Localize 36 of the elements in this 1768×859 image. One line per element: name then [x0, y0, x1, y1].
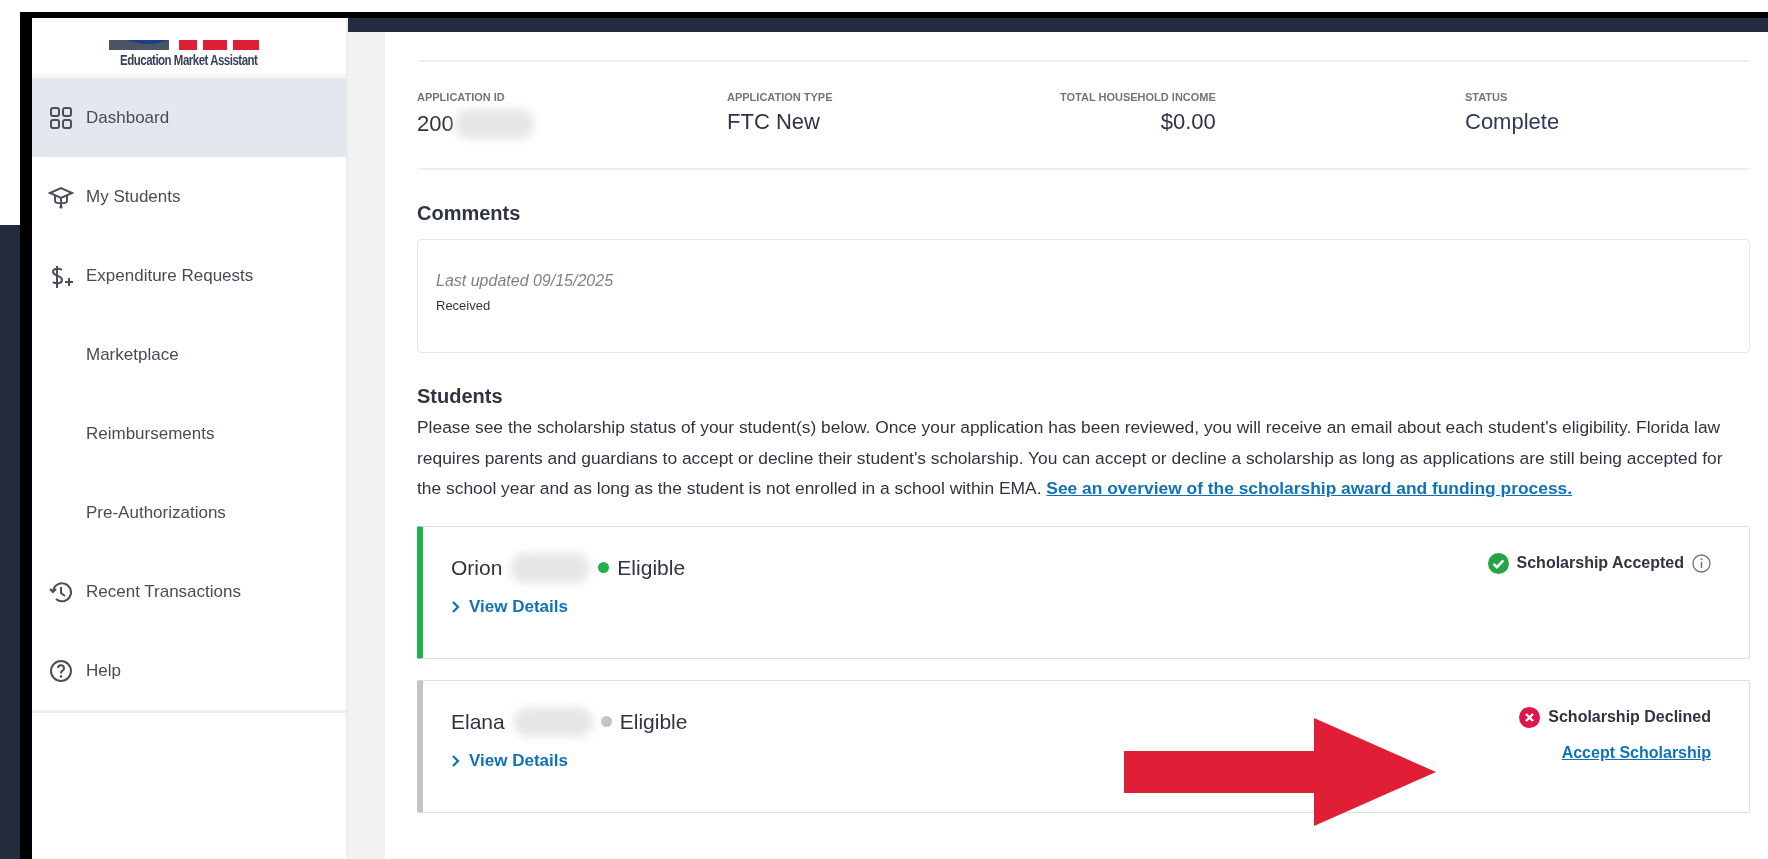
sidebar-item[interactable]: Recent Transactions [32, 552, 346, 631]
eligibility-text: Eligible [619, 709, 688, 734]
chevron-icon [451, 600, 461, 613]
field-value: FTC New [727, 109, 820, 135]
accept-scholarship-link[interactable]: Accept Scholarship [1561, 743, 1711, 762]
sidebar-item[interactable]: Pre-Authorizations [32, 473, 346, 552]
student-name: Elana [451, 709, 505, 734]
section-heading: Students [417, 385, 504, 408]
sidebar-item[interactable]: Help [32, 631, 346, 710]
sidebar-item[interactable]: Expenditure Requests [32, 236, 346, 315]
section-heading: Comments [417, 202, 522, 225]
sidebar-item[interactable]: Marketplace [32, 315, 346, 394]
field-label: TOTAL HOUSEHOLD INCOME [1060, 91, 1216, 103]
sidebar-item[interactable]: Dashboard [32, 78, 346, 157]
grid-icon [48, 104, 74, 131]
sidebar-item[interactable]: My Students [32, 157, 346, 236]
field-label: APPLICATION TYPE [727, 91, 834, 103]
logo-text: Education Market Assistant [120, 52, 258, 68]
scholarship-status: Scholarship Accepted [1516, 554, 1684, 572]
overview-link[interactable]: See an overview of the scholarship award and funding process. [1046, 478, 1573, 498]
sidebar-item[interactable]: Reimbursements [32, 394, 346, 473]
field-label: APPLICATION ID [417, 91, 506, 103]
chevron-icon [451, 754, 461, 767]
field-value: 200 [417, 111, 454, 137]
field-value: $0.00 [1160, 109, 1216, 135]
view-details-link[interactable]: View Details [451, 596, 686, 617]
comment-date: Last updated 09/15/2025 [436, 272, 615, 290]
view-details-link[interactable]: View Details [451, 750, 688, 771]
student-name: Orion [451, 555, 503, 580]
description-text: Please see the scholarship status of your student(s) below. Once your application has been reviewed, you will receive an email about each student's eligibility. Florida law requires parents and guardians to accept or decline their student's scholarship. You can accept or decline a scholarship as long as applications are still being accepted for the school year and as long as the student is not enrolled in a school within EMA. See an overview of the scholarship award and funding process. [417, 416, 1724, 500]
field-label: STATUS [1465, 91, 1509, 103]
comment-text: Received [436, 298, 492, 313]
field-value: Complete [1465, 109, 1560, 135]
scholarship-status: Scholarship Declined [1548, 708, 1711, 726]
eligibility-text: Eligible [617, 555, 686, 580]
help-icon [48, 657, 74, 684]
